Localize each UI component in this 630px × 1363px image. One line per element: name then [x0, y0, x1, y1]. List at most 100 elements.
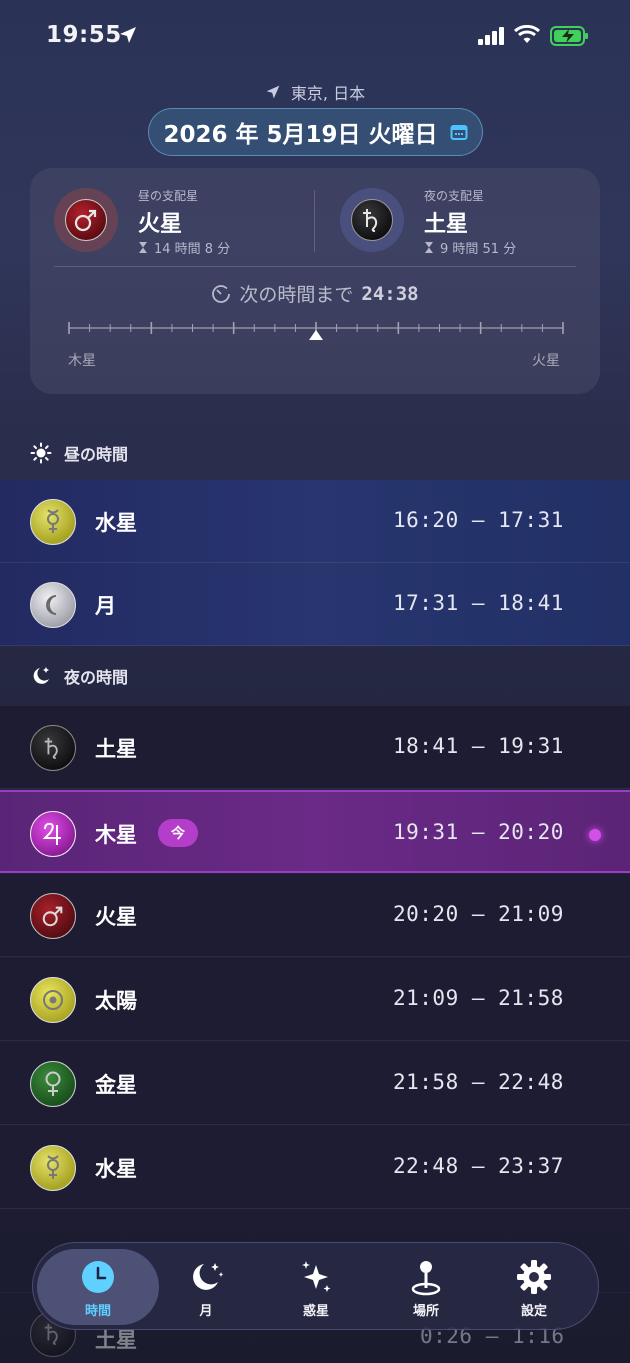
planet-name: 太陽 — [95, 989, 137, 1013]
time-range: 16:20 – 17:31 — [393, 508, 564, 532]
mercury-disc — [30, 1145, 76, 1191]
sparkles-icon — [298, 1259, 334, 1295]
time-range: 18:41 – 19:31 — [393, 734, 564, 758]
tab-label: 設定 — [520, 1304, 547, 1319]
planet-name: 火星 — [95, 905, 137, 929]
night-ruler-duration: 9 時間 51 分 — [424, 238, 516, 257]
hour-row[interactable]: 水星 16:20 – 17:31 — [0, 480, 630, 563]
now-indicator-dot — [589, 829, 601, 841]
planet-name: 水星 — [95, 511, 137, 535]
map-pin-icon — [408, 1259, 444, 1296]
moon-symbol-icon — [46, 595, 57, 615]
moon-disc — [30, 582, 76, 628]
status-bar: 19:55 — [0, 0, 630, 70]
saturn-symbol-icon — [44, 737, 58, 759]
hour-row[interactable]: 太陽 21:09 – 21:58 — [0, 958, 630, 1041]
tab-bar: 時間 月 惑星 場所 設定 — [32, 1242, 599, 1330]
status-time: 19:55 — [46, 22, 122, 48]
day-section-header: 昼の時間 — [0, 423, 630, 483]
tab-label: 時間 — [84, 1304, 111, 1319]
day-ruler-duration: 14 時間 8 分 — [138, 238, 230, 257]
night-ruler-duration-text: 9 時間 51 分 — [440, 242, 517, 257]
countdown-label: 次の時間まで — [239, 284, 354, 306]
hour-row[interactable]: 金星 21:58 – 22:48 — [0, 1042, 630, 1125]
hour-row[interactable]: 土星 18:41 – 19:31 — [0, 706, 630, 789]
location-text: 東京, 日本 — [290, 84, 366, 103]
time-range: 17:31 – 18:41 — [393, 591, 564, 615]
planet-name: 水星 — [95, 1157, 137, 1181]
day-ruler-label: 昼の支配星 — [138, 189, 199, 203]
tab-time[interactable]: 時間 — [33, 1243, 159, 1331]
planet-name: 金星 — [95, 1073, 137, 1097]
calendar-icon — [450, 125, 468, 140]
hour-row[interactable]: 水星 22:48 – 23:37 — [0, 1126, 630, 1209]
day-ruler-disc — [54, 188, 118, 252]
gear-icon — [516, 1259, 552, 1295]
hour-row[interactable]: 月 17:31 – 18:41 — [0, 563, 630, 646]
location-arrow-icon — [120, 27, 136, 43]
mars-symbol-icon — [74, 209, 97, 232]
date-picker-button[interactable]: 2026 年 5月19日 火曜日 — [148, 108, 483, 156]
time-range: 20:20 – 21:09 — [393, 902, 564, 926]
moon-stars-icon — [33, 667, 49, 684]
tab-settings[interactable]: 設定 — [479, 1243, 589, 1331]
night-ruler[interactable]: 夜の支配星 土星 9 時間 51 分 — [340, 184, 610, 264]
mercury-symbol-icon — [47, 1155, 59, 1179]
location-arrow-icon — [266, 85, 280, 99]
hour-row[interactable]: 火星 20:20 – 21:09 — [0, 874, 630, 957]
timeline-start-label: 木星 — [68, 353, 96, 369]
night-section-header: 夜の時間 — [0, 646, 630, 706]
saturn-disc — [30, 725, 76, 771]
planet-name: 木星 — [95, 823, 137, 847]
night-ruler-disc — [340, 188, 404, 252]
sun-icon — [30, 442, 52, 464]
jupiter-disc — [30, 811, 76, 857]
hour-timeline — [68, 322, 564, 340]
time-range: 21:58 – 22:48 — [393, 1070, 564, 1094]
mercury-symbol-icon — [47, 509, 59, 533]
mars-symbol-icon — [42, 906, 63, 927]
tab-planets[interactable]: 惑星 — [261, 1243, 371, 1331]
countdown-value: 24:38 — [361, 282, 419, 305]
day-section-title: 昼の時間 — [64, 445, 129, 464]
night-ruler-label: 夜の支配星 — [424, 189, 485, 203]
timer-icon — [212, 284, 231, 303]
day-ruler-name: 火星 — [138, 212, 183, 237]
moon-stars-icon — [188, 1259, 224, 1295]
tab-location[interactable]: 場所 — [371, 1243, 481, 1331]
hourglass-icon — [139, 242, 147, 253]
tab-label: 月 — [199, 1304, 213, 1319]
day-ruler-duration-text: 14 時間 8 分 — [154, 242, 231, 257]
date-text: 2026 年 5月19日 火曜日 — [163, 122, 438, 148]
saturn-symbol-icon — [363, 209, 378, 232]
now-badge: 今 — [158, 819, 198, 847]
sun-symbol-icon — [43, 990, 63, 1010]
card-divider — [54, 266, 576, 267]
planet-name: 土星 — [95, 737, 137, 761]
planet-name: 月 — [95, 594, 116, 618]
hourglass-icon — [425, 242, 433, 253]
mercury-disc — [30, 499, 76, 545]
cellular-signal-icon — [478, 27, 504, 45]
location-label[interactable]: 東京, 日本 — [0, 80, 630, 104]
night-ruler-name: 土星 — [424, 212, 469, 237]
tab-moon[interactable]: 月 — [151, 1243, 261, 1331]
ruler-divider — [314, 190, 315, 252]
day-ruler[interactable]: 昼の支配星 火星 14 時間 8 分 — [54, 184, 324, 264]
tab-label: 場所 — [412, 1304, 439, 1319]
countdown: 次の時間まで 24:38 — [30, 280, 600, 307]
battery-charging-icon — [550, 26, 588, 46]
tab-label: 惑星 — [302, 1304, 329, 1319]
wifi-icon — [514, 25, 540, 43]
sun-disc — [30, 977, 76, 1023]
venus-disc — [30, 1061, 76, 1107]
mars-disc — [30, 893, 76, 939]
rulers-card: 昼の支配星 火星 14 時間 8 分 夜の支配星 土星 9 時間 51 分 次の… — [30, 168, 600, 394]
clock-icon — [80, 1259, 116, 1295]
time-range: 21:09 – 21:58 — [393, 986, 564, 1010]
jupiter-symbol-icon — [42, 822, 61, 845]
hour-row-current[interactable]: 木星 今 19:31 – 20:20 — [0, 790, 630, 873]
timeline-end-label: 火星 — [532, 353, 560, 369]
night-section-title: 夜の時間 — [64, 668, 129, 687]
time-range: 19:31 – 20:20 — [393, 820, 564, 844]
